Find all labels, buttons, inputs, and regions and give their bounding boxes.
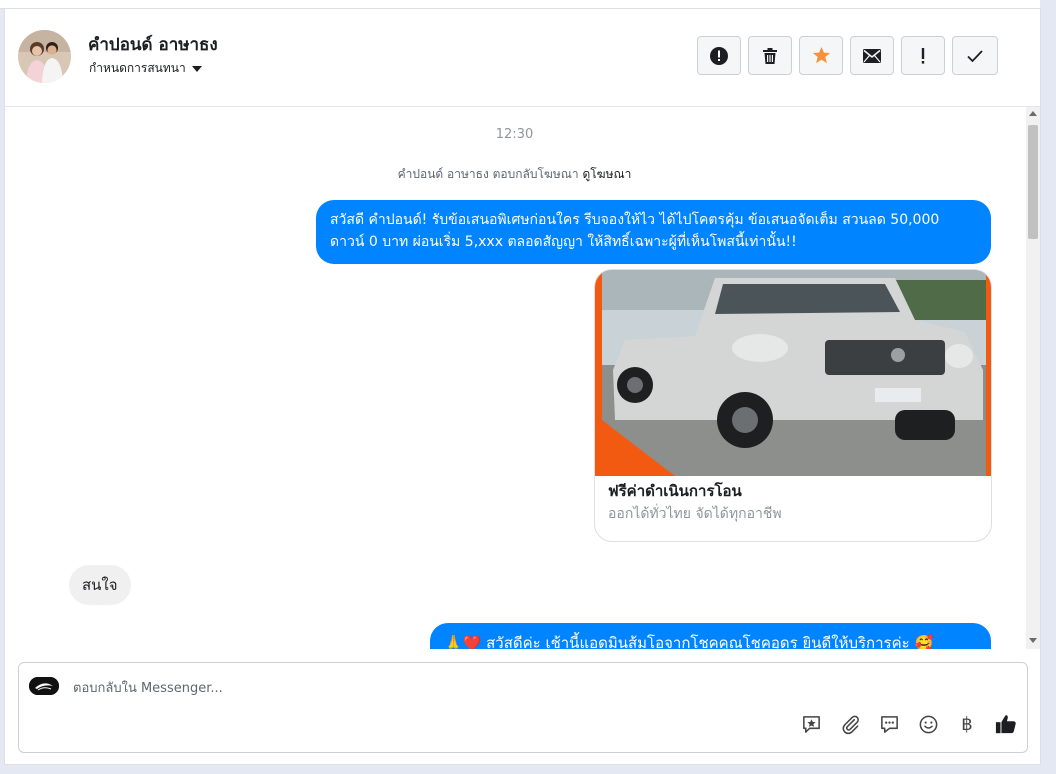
- ad-reply-text: คำปอนด์ อาษาธง ตอบกลับโฆษณา: [397, 167, 579, 181]
- payment-button[interactable]: ฿: [956, 713, 978, 735]
- saved-reply-button[interactable]: [800, 713, 822, 735]
- outgoing-message-bubble: 🙏❤️ สวัสดีค่ะ เช้านี้แอดมินส้มโอจากโชคคู…: [430, 623, 991, 649]
- conversation-header: คำปอนด์ อาษาธง กำหนดการสนทนา: [5, 9, 1040, 107]
- conversation-panel: คำปอนด์ อาษาธง กำหนดการสนทนา 12:30 คำปอน…: [4, 8, 1041, 765]
- envelope-icon: [863, 48, 881, 63]
- ad-card-title: ฟรีค่าดำเนินการโอน: [608, 482, 742, 500]
- attachment-icon: [842, 715, 859, 734]
- message-bubble-icon: [880, 715, 898, 733]
- mark-done-button[interactable]: [952, 36, 998, 75]
- quick-reply-button[interactable]: [878, 713, 900, 735]
- follow-up-button[interactable]: [901, 36, 945, 75]
- message-timestamp: 12:30: [495, 127, 534, 142]
- composer-tools: ฿: [800, 713, 1017, 735]
- scroll-thumb[interactable]: [1028, 125, 1038, 239]
- baht-icon: ฿: [961, 713, 973, 735]
- delete-button[interactable]: [748, 36, 792, 75]
- thumbs-up-icon: [995, 715, 1016, 734]
- checkmark-icon: [967, 49, 983, 62]
- ad-message-bubble: สวัสดี คำปอนด์! รับข้อเสนอพิเศษก่อนใคร ร…: [316, 200, 991, 264]
- thread-scrollbar[interactable]: [1026, 107, 1040, 649]
- page-avatar: [29, 677, 59, 695]
- ad-card[interactable]: ฟรีค่าดำเนินการโอน ออกได้ทั่วไทย จัดได้ท…: [594, 269, 992, 542]
- message-thread[interactable]: 12:30 คำปอนด์ อาษาธง ตอบกลับโฆษณา ดูโฆษณ…: [5, 107, 1024, 649]
- assign-label: กำหนดการสนทนา: [89, 61, 186, 75]
- alert-circle-icon: [710, 46, 728, 65]
- spam-button[interactable]: [697, 36, 741, 75]
- thumbs-up-button[interactable]: [995, 713, 1017, 735]
- contact-avatar[interactable]: [18, 30, 71, 83]
- assign-conversation-dropdown[interactable]: กำหนดการสนทนา: [89, 59, 202, 78]
- caret-down-icon: [191, 65, 202, 72]
- reply-composer: ฿: [18, 662, 1028, 753]
- pickup-truck-image: [595, 270, 991, 476]
- star-icon: [812, 46, 830, 64]
- mark-unread-button[interactable]: [850, 36, 894, 75]
- view-ad-link[interactable]: ดูโฆษณา: [582, 167, 631, 181]
- ad-card-subtitle: ออกได้ทั่วไทย จัดได้ทุกอาชีพ: [608, 506, 782, 522]
- saved-reply-icon: [802, 715, 820, 733]
- emoji-button[interactable]: [917, 713, 939, 735]
- header-actions: [697, 36, 998, 75]
- incoming-message-bubble: สนใจ: [69, 565, 131, 605]
- exclamation-icon: [921, 47, 925, 64]
- contact-name: คำปอนด์ อาษาธง: [88, 35, 218, 55]
- trash-icon: [763, 47, 777, 64]
- ad-reply-note: คำปอนด์ อาษาธง ตอบกลับโฆษณา ดูโฆษณา: [5, 165, 1024, 184]
- star-button[interactable]: [799, 36, 843, 75]
- scroll-down-arrow-icon[interactable]: [1029, 638, 1037, 643]
- attachment-button[interactable]: [839, 713, 861, 735]
- emoji-icon: [919, 715, 937, 733]
- scroll-up-arrow-icon[interactable]: [1029, 111, 1037, 116]
- reply-input[interactable]: [71, 675, 675, 701]
